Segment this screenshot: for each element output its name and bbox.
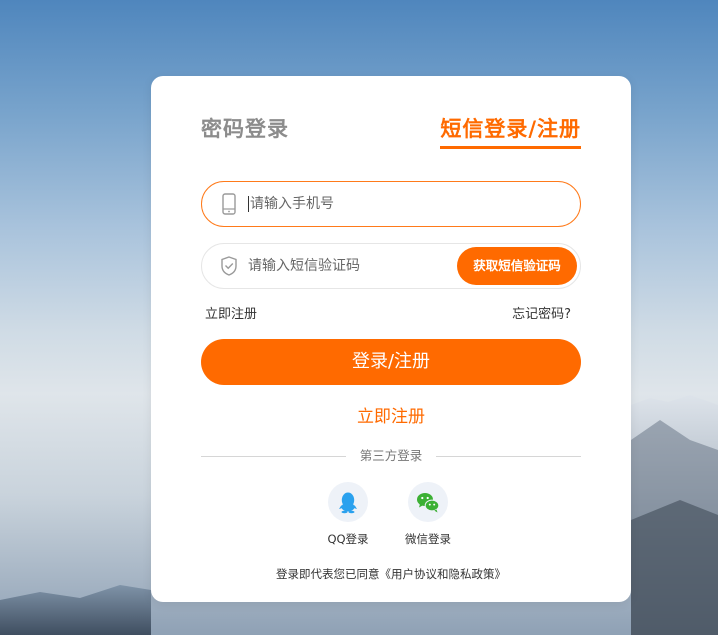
wechat-login: 微信登录: [393, 482, 463, 546]
tab-sms-login[interactable]: 短信登录/注册: [440, 116, 581, 149]
phone-icon: [220, 193, 238, 215]
tab-password-login[interactable]: 密码登录: [201, 116, 289, 142]
get-sms-code-button[interactable]: 获取短信验证码: [457, 247, 577, 285]
qq-login-label: QQ登录: [327, 532, 369, 546]
register-now-large-link: 立即注册: [151, 406, 631, 428]
register-now-link[interactable]: 立即注册: [205, 306, 257, 324]
login-register-button[interactable]: 登录/注册: [201, 339, 581, 385]
sms-code-input[interactable]: 请输入短信验证码 获取短信验证码: [201, 243, 581, 289]
qq-icon: [339, 492, 357, 514]
third-party-divider: 第三方登录: [201, 448, 581, 464]
shield-icon: [220, 255, 238, 277]
wechat-icon: [417, 493, 440, 513]
phone-placeholder: 请输入手机号: [248, 196, 334, 212]
wechat-login-label: 微信登录: [405, 532, 451, 546]
register-now-large-text[interactable]: 立即注册: [357, 407, 425, 427]
wechat-login-button[interactable]: [408, 482, 448, 522]
qq-login-button[interactable]: [328, 482, 368, 522]
login-card: 密码登录 短信登录/注册 请输入手机号 请输入短信验证码 获取短信验证码 立即注…: [151, 76, 631, 602]
qq-login: QQ登录: [313, 482, 383, 546]
forgot-password-link[interactable]: 忘记密码?: [512, 306, 571, 324]
sms-code-placeholder: 请输入短信验证码: [248, 258, 360, 274]
agreement-text[interactable]: 登录即代表您已同意《用户协议和隐私政策》: [151, 567, 631, 581]
divider-line-right: [436, 456, 581, 457]
phone-input[interactable]: 请输入手机号: [201, 181, 581, 227]
